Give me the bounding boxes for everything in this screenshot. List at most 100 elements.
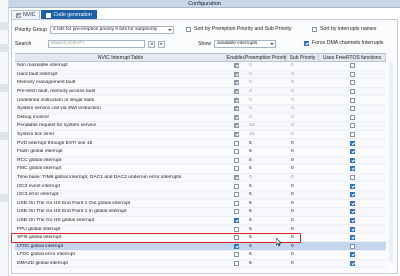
table-row[interactable]: LTDC global error interrupt 5 0 <box>15 251 386 260</box>
preemption-priority[interactable]: 5 <box>245 166 287 171</box>
rtos-checkbox[interactable] <box>350 166 355 172</box>
sort-preemption-label: Sort by Premption Priority and Sub Prior… <box>194 26 292 32</box>
enabled-checkbox[interactable] <box>233 157 239 163</box>
rtos-checkbox[interactable] <box>350 71 355 77</box>
priority-group-select[interactable]: 4 bits for pre-emption priority 0 bits f… <box>50 26 174 34</box>
preemption-priority[interactable]: 5 <box>245 252 287 257</box>
rtos-checkbox[interactable] <box>350 89 355 95</box>
table-row[interactable]: Hard fault interrupt 0 0 <box>15 70 386 80</box>
column-header[interactable]: Enabled <box>227 54 245 61</box>
rtos-checkbox[interactable] <box>350 140 355 146</box>
column-header[interactable]: NVIC Interrupt Table <box>15 54 227 61</box>
rtos-checkbox[interactable] <box>350 106 355 112</box>
enabled-checkbox[interactable] <box>233 140 239 146</box>
rtos-checkbox[interactable] <box>350 132 355 138</box>
chevron-down-icon <box>168 29 172 31</box>
enabled-checkbox[interactable] <box>233 200 239 206</box>
rtos-cell <box>319 157 386 163</box>
rtos-checkbox[interactable] <box>350 260 355 266</box>
left-pane-item[interactable] <box>0 84 9 92</box>
table-row[interactable]: Flash global interrupt 5 0 <box>15 148 386 157</box>
sort-names-checkbox[interactable] <box>312 26 317 32</box>
rtos-checkbox[interactable] <box>350 97 355 103</box>
sub-priority: 0 <box>291 106 294 112</box>
table-row[interactable]: USB On The Go HS End Point 1 Out global … <box>15 200 386 209</box>
enabled-checkbox[interactable] <box>233 260 239 266</box>
force-dma-checkbox[interactable] <box>304 40 309 46</box>
table-row[interactable]: LTDC global interrupt 5 0 <box>15 242 386 252</box>
column-header[interactable]: Preemption Priority <box>245 54 287 61</box>
rtos-checkbox[interactable] <box>350 157 355 163</box>
left-pane-item[interactable] <box>0 194 9 202</box>
sub-priority: 0 <box>291 217 294 223</box>
left-pane-item[interactable] <box>0 22 9 30</box>
table-row[interactable]: I2C3 event interrupt 5 0 <box>15 182 386 191</box>
search-input[interactable]: Search (Ctrl+F) <box>48 40 145 48</box>
left-pane-item[interactable] <box>0 132 9 140</box>
enabled-checkbox[interactable] <box>233 217 239 223</box>
enabled-checkbox[interactable] <box>233 149 239 155</box>
preemption-priority[interactable]: 5 <box>245 184 287 189</box>
rtos-checkbox[interactable] <box>350 235 355 241</box>
table-row[interactable]: Pre-fetch fault, memory access fault 0 0 <box>15 87 386 97</box>
preemption-priority[interactable]: 5 <box>245 141 287 146</box>
left-pane-item[interactable] <box>0 44 9 52</box>
enabled-checkbox[interactable] <box>233 252 239 258</box>
rtos-checkbox[interactable] <box>350 183 355 189</box>
rtos-checkbox[interactable] <box>350 226 355 232</box>
table-row[interactable]: RCC global interrupt 5 0 <box>15 156 386 166</box>
enabled-checkbox[interactable] <box>233 209 239 215</box>
table-row[interactable]: Pendable request for system service 15 0 <box>15 122 386 131</box>
sort-preemption-checkbox[interactable] <box>186 26 191 32</box>
enabled-cell <box>227 71 245 77</box>
table-row[interactable]: Non maskable interrupt 0 0 <box>15 62 386 71</box>
rtos-checkbox[interactable] <box>350 217 355 223</box>
rtos-checkbox[interactable] <box>350 114 355 120</box>
table-row[interactable]: USB On The Go HS global interrupt 5 0 <box>15 217 386 226</box>
table-row[interactable]: FMC global interrupt 5 0 <box>15 165 386 174</box>
table-row[interactable]: I2C3 error interrupt 5 0 <box>15 190 386 200</box>
rtos-checkbox[interactable] <box>350 123 355 129</box>
tab-nvic[interactable]: NVIC <box>11 10 41 19</box>
preemption-priority[interactable]: 5 <box>245 201 287 206</box>
rtos-checkbox[interactable] <box>350 175 355 181</box>
table-row[interactable]: DMA2D global interrupt 5 0 <box>15 259 386 269</box>
table-row[interactable]: Memory management fault 0 0 <box>15 79 386 88</box>
rtos-checkbox[interactable] <box>350 200 355 206</box>
sub-priority: 0 <box>291 157 294 163</box>
enabled-checkbox[interactable] <box>233 243 239 249</box>
rtos-checkbox[interactable] <box>350 252 355 258</box>
preemption-priority[interactable]: 5 <box>245 261 287 266</box>
table-row[interactable]: System service call via SWI instruction 0… <box>15 104 386 114</box>
preemption-priority[interactable]: 5 <box>245 218 287 223</box>
search-next-button[interactable]: ▸ <box>158 40 165 48</box>
enabled-checkbox[interactable] <box>233 183 239 189</box>
preemption-priority[interactable]: 5 <box>245 209 287 214</box>
enabled-checkbox[interactable] <box>233 226 239 232</box>
table-row[interactable]: Time base: TIM6 global interrupt, DAC1 a… <box>15 173 386 183</box>
preemption-priority[interactable]: 5 <box>245 158 287 163</box>
rtos-checkbox[interactable] <box>350 243 355 249</box>
enabled-checkbox[interactable] <box>233 192 239 198</box>
preemption-priority[interactable]: 5 <box>245 227 287 232</box>
column-header[interactable]: Uses FreeRTOS functions <box>319 54 386 61</box>
table-scrollbar[interactable] <box>389 62 393 262</box>
rtos-checkbox[interactable] <box>350 149 355 155</box>
tab-code-generation[interactable]: Code generation <box>41 10 97 19</box>
table-row[interactable]: USB On The Go HS End Point 1 In global i… <box>15 208 386 217</box>
rtos-checkbox[interactable] <box>350 209 355 215</box>
table-row[interactable]: PVD interrupt through EXTI line 16 5 0 <box>15 139 386 148</box>
search-prev-button[interactable]: ◂ <box>148 40 155 48</box>
column-header[interactable]: Sub Priority <box>287 54 319 61</box>
table-row[interactable]: System tick timer 15 0 <box>15 131 386 140</box>
table-row[interactable]: Debug monitor 0 0 <box>15 114 386 123</box>
show-select[interactable]: available interrupts <box>213 40 276 48</box>
rtos-checkbox[interactable] <box>350 192 355 198</box>
table-row[interactable]: Undefined instruction or illegal state 0 0 <box>15 96 386 105</box>
preemption-priority[interactable]: 5 <box>245 192 287 197</box>
preemption-priority[interactable]: 5 <box>245 149 287 154</box>
enabled-checkbox[interactable] <box>233 166 239 172</box>
interrupt-name: Non maskable interrupt <box>17 63 68 69</box>
rtos-checkbox[interactable] <box>350 63 355 69</box>
rtos-checkbox[interactable] <box>350 80 355 86</box>
